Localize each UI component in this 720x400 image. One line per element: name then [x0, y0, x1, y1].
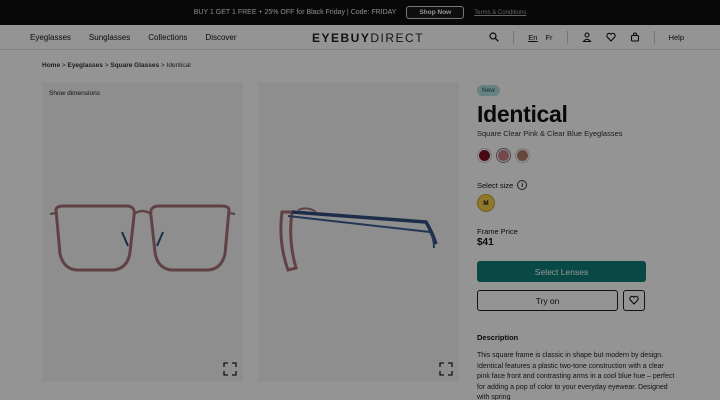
- breadcrumb-eyeglasses[interactable]: Eyeglasses: [67, 62, 102, 69]
- select-size-label: Select size i: [477, 180, 528, 190]
- breadcrumb-current: Identical: [166, 62, 191, 69]
- color-swatch-burgundy[interactable]: [477, 148, 492, 163]
- cart-icon[interactable]: [630, 32, 640, 44]
- description-text: This square frame is classic in shape bu…: [477, 352, 675, 400]
- nav-divider: [653, 31, 655, 44]
- product-image-front[interactable]: Show dimensions: [42, 82, 243, 382]
- logo-bold: EYEBUY: [312, 31, 371, 45]
- help-link[interactable]: Help: [669, 33, 684, 42]
- color-swatch-pink[interactable]: [496, 148, 511, 163]
- breadcrumb-separator: >: [159, 62, 167, 69]
- glasses-side-image: [279, 207, 438, 272]
- nav-link-discover[interactable]: Discover: [205, 33, 236, 42]
- add-favorite-button[interactable]: [623, 290, 645, 311]
- frame-price-label: Frame Price: [477, 227, 518, 236]
- main-nav: Eyeglasses Sunglasses Collections Discov…: [0, 25, 720, 50]
- site-logo[interactable]: EYEBUYDIRECT: [312, 31, 424, 45]
- promo-bar: BUY 1 GET 1 FREE + 25% OFF for Black Fri…: [0, 0, 720, 25]
- lang-en[interactable]: En: [528, 33, 537, 42]
- user-icon[interactable]: [581, 31, 592, 44]
- nav-divider: [513, 31, 515, 44]
- search-icon[interactable]: [489, 31, 500, 44]
- swatch-dot: [479, 150, 490, 161]
- breadcrumb-category[interactable]: Square Glasses: [110, 62, 159, 69]
- description-heading: Description: [477, 333, 519, 342]
- glasses-front-image: [49, 204, 236, 272]
- swatch-dot: [498, 150, 509, 161]
- heart-icon[interactable]: [605, 32, 616, 44]
- promo-text: BUY 1 GET 1 FREE + 25% OFF for Black Fri…: [193, 9, 397, 16]
- breadcrumb-home[interactable]: Home: [42, 62, 60, 69]
- nav-links: Eyeglasses Sunglasses Collections Discov…: [30, 33, 237, 42]
- product-subtitle: Square Clear Pink & Clear Blue Eyeglasse…: [477, 129, 623, 138]
- nav-link-eyeglasses[interactable]: Eyeglasses: [30, 33, 71, 42]
- nav-link-sunglasses[interactable]: Sunglasses: [89, 33, 130, 42]
- expand-icon[interactable]: [439, 362, 453, 376]
- shop-now-button[interactable]: Shop Now: [406, 6, 465, 19]
- terms-link[interactable]: Terms & Conditions: [474, 10, 526, 16]
- frame-price: $41: [477, 237, 494, 248]
- language-switch: En Fr: [528, 33, 552, 42]
- info-icon[interactable]: i: [517, 180, 528, 190]
- nav-divider: [566, 31, 568, 44]
- nav-link-collections[interactable]: Collections: [148, 33, 187, 42]
- breadcrumb: Home > Eyeglasses > Square Glasses > Ide…: [42, 62, 191, 69]
- size-m-button[interactable]: M: [477, 194, 495, 212]
- select-size-text: Select size: [477, 180, 514, 190]
- heart-icon: [629, 292, 639, 310]
- try-on-button[interactable]: Try on: [477, 290, 618, 311]
- swatch-dot: [517, 150, 528, 161]
- nav-utilities: En Fr Help: [489, 25, 684, 50]
- product-title: Identical: [477, 101, 568, 127]
- expand-icon[interactable]: [223, 362, 237, 376]
- select-lenses-button[interactable]: Select Lenses: [477, 261, 646, 282]
- lang-fr[interactable]: Fr: [545, 33, 552, 42]
- color-swatches: [477, 148, 530, 163]
- color-swatch-brown[interactable]: [515, 148, 530, 163]
- logo-light: DIRECT: [370, 31, 425, 45]
- new-badge: New: [477, 85, 501, 96]
- product-image-side[interactable]: [258, 82, 459, 382]
